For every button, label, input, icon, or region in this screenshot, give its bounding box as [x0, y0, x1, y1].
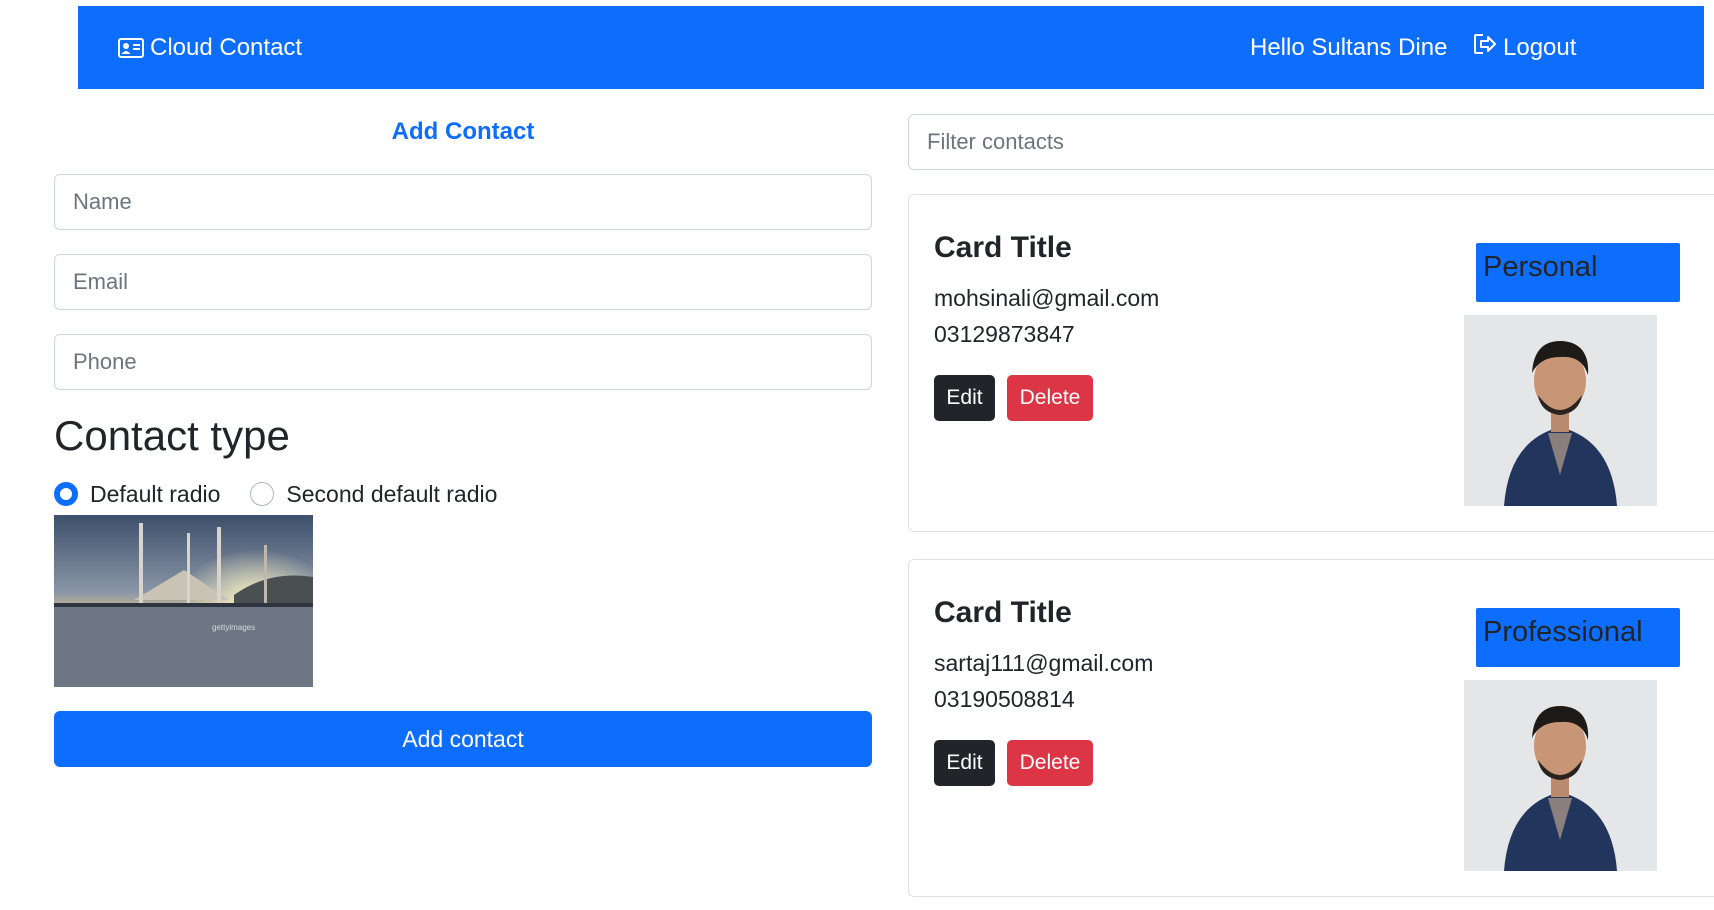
contact-type-heading: Contact type	[54, 412, 290, 459]
card-email: mohsinali@gmail.com	[934, 285, 1160, 311]
add-contact-button[interactable]: Add contact	[54, 711, 872, 767]
user-greeting: Hello Sultans Dine	[1250, 33, 1448, 61]
contact-avatar	[1464, 315, 1657, 506]
logout-label: Logout	[1503, 33, 1577, 61]
contact-avatar	[1464, 680, 1657, 871]
logout-icon	[1473, 33, 1497, 62]
edit-button[interactable]: Edit	[934, 375, 995, 421]
delete-button[interactable]: Delete	[1007, 740, 1093, 786]
edit-button[interactable]: Edit	[934, 740, 995, 786]
logout-button[interactable]: Logout	[1473, 6, 1576, 89]
phone-input[interactable]	[54, 334, 872, 390]
contact-type-badge: Personal	[1476, 243, 1680, 302]
contact-type-badge: Professional	[1476, 608, 1680, 667]
name-input[interactable]	[54, 174, 872, 230]
contact-type-radio-group: Default radio Second default radio	[54, 480, 527, 508]
card-phone: 03129873847	[934, 321, 1075, 347]
svg-text:gettyimages: gettyimages	[212, 623, 255, 632]
navbar: Cloud Contact Hello Sultans Dine Logout	[78, 6, 1704, 89]
card-email: sartaj111@gmail.com	[934, 650, 1154, 676]
default-radio-label[interactable]: Default radio	[90, 481, 220, 508]
contact-card: Card Title sartaj111@gmail.com 031905088…	[908, 559, 1714, 897]
contact-image-preview: gettyimages	[54, 515, 313, 687]
contact-card: Card Title mohsinali@gmail.com 031298738…	[908, 194, 1714, 532]
filter-contacts-input[interactable]	[908, 114, 1714, 170]
contact-card-icon	[118, 37, 144, 58]
default-radio-button[interactable]	[54, 482, 78, 506]
email-input[interactable]	[54, 254, 872, 310]
card-title: Card Title	[934, 231, 1072, 264]
card-phone: 03190508814	[934, 686, 1075, 712]
second-radio-button[interactable]	[250, 482, 275, 506]
card-title: Card Title	[934, 596, 1072, 629]
delete-button[interactable]: Delete	[1007, 375, 1093, 421]
second-radio-label[interactable]: Second default radio	[286, 481, 497, 508]
brand-link[interactable]: Cloud Contact	[118, 6, 302, 89]
brand-label: Cloud Contact	[150, 33, 303, 61]
add-contact-title: Add Contact	[391, 118, 535, 145]
